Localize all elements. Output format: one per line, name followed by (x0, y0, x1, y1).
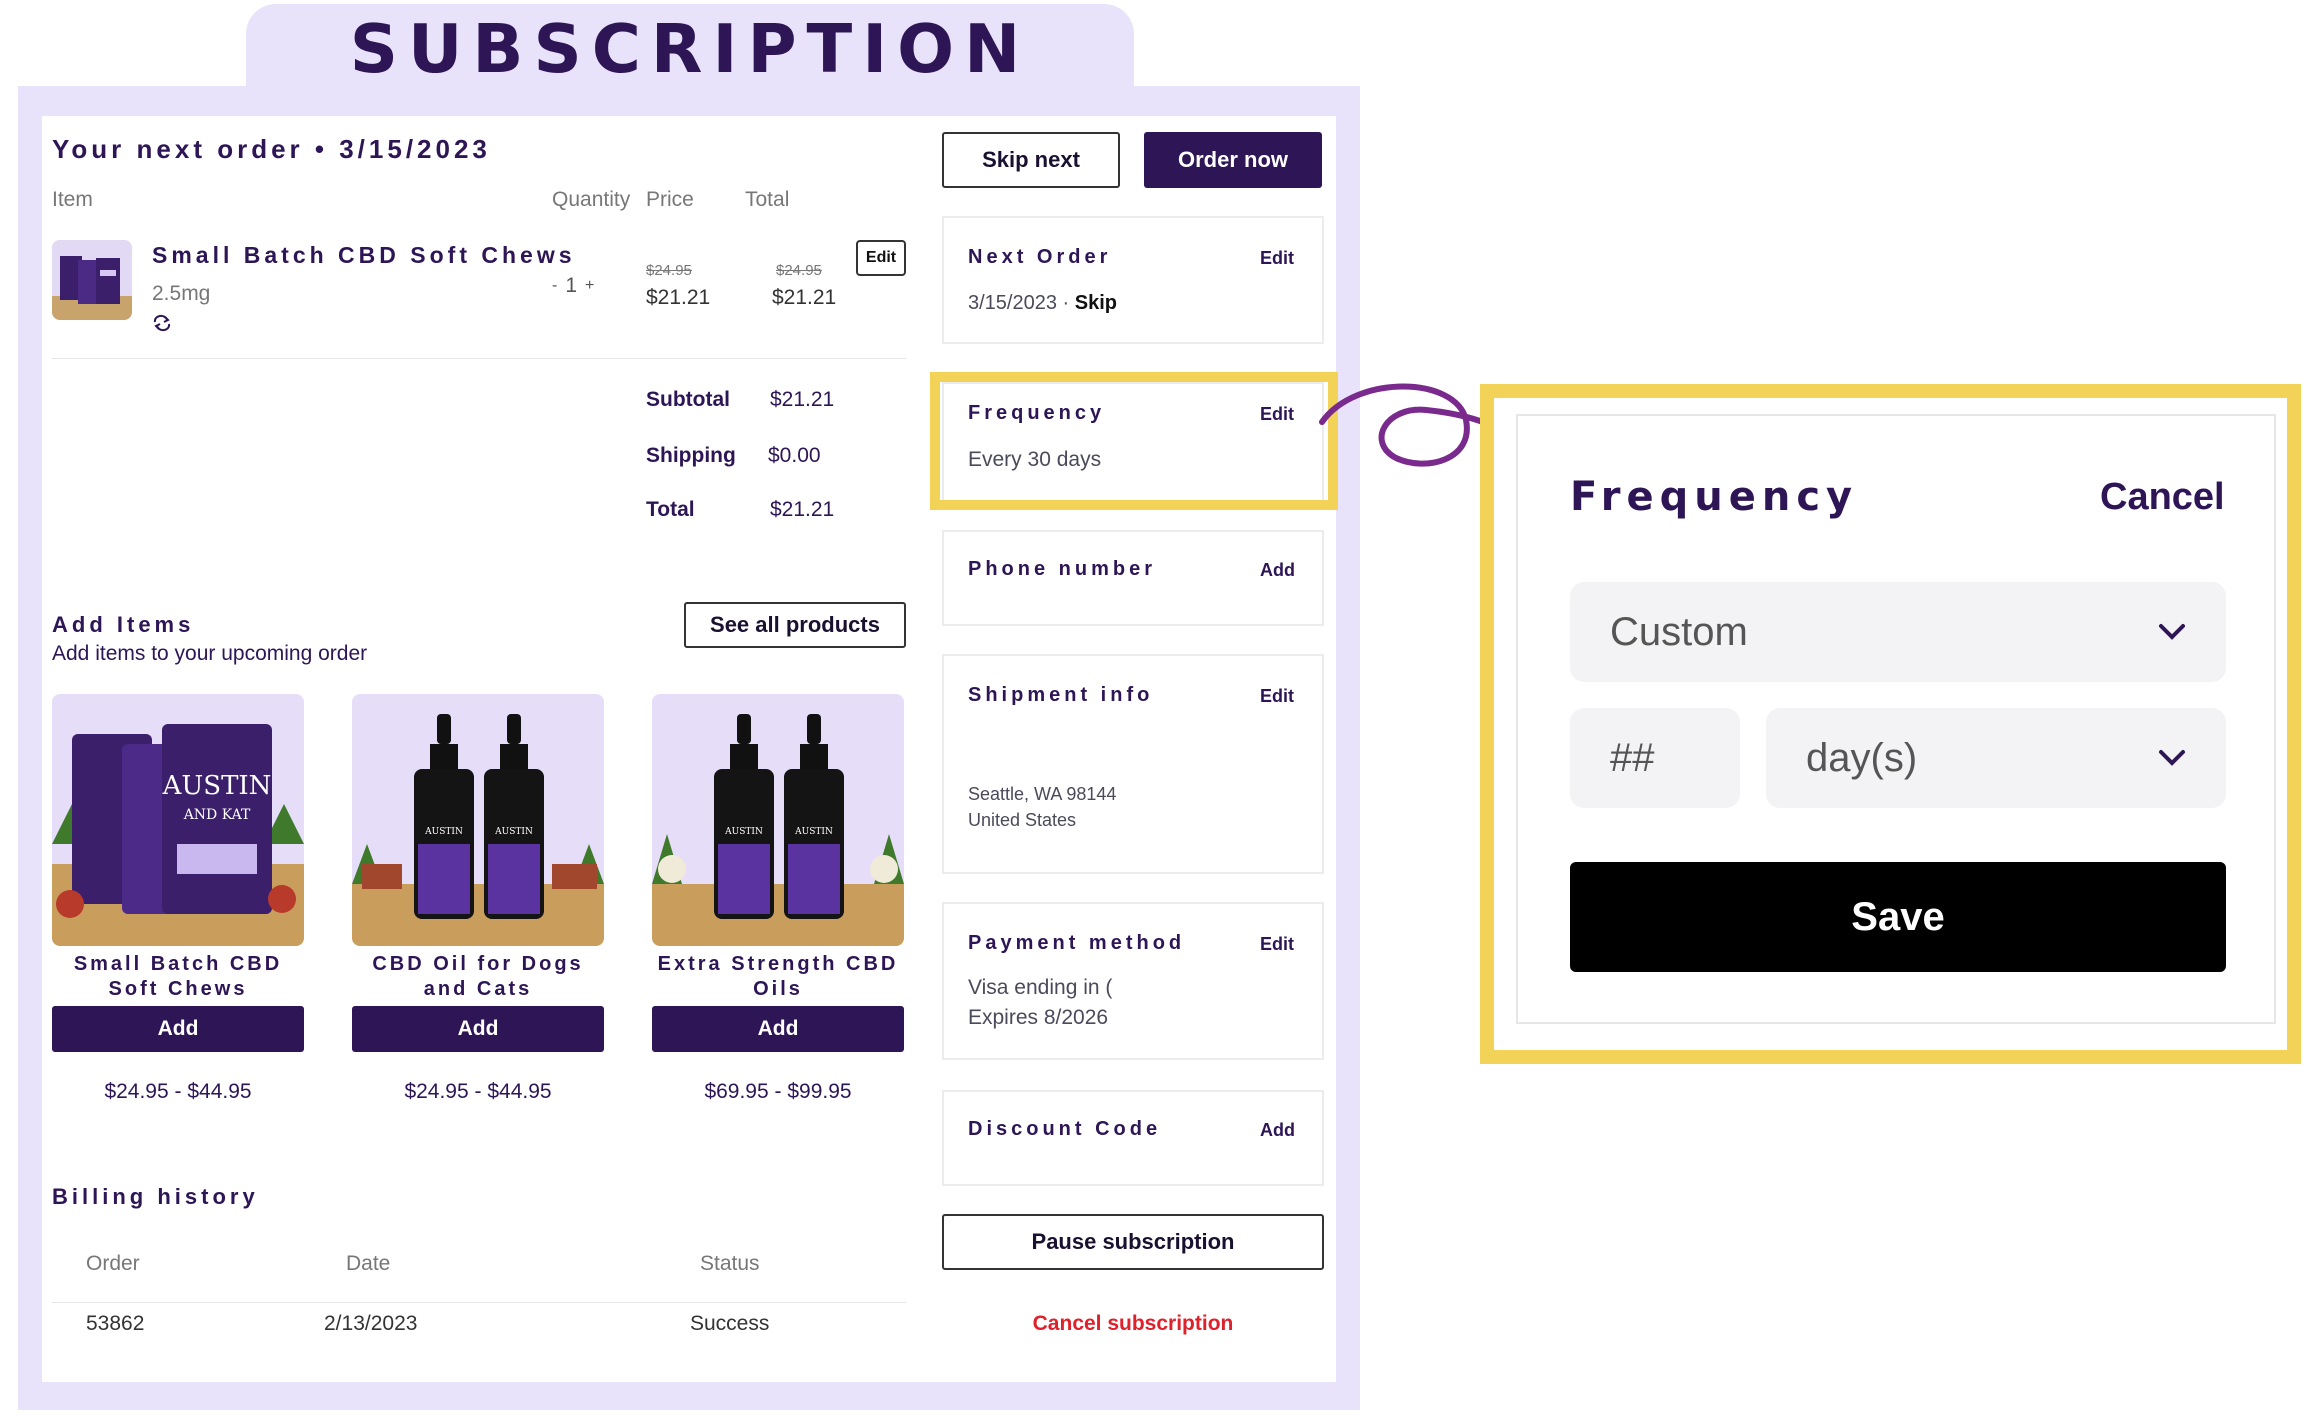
frequency-edit-link[interactable]: Edit (1260, 404, 1294, 425)
frequency-unit-value: day(s) (1806, 735, 1918, 780)
next-order-card-title: Next Order (968, 246, 1112, 268)
frequency-editor-title: Frequency (1570, 474, 1859, 520)
recurring-icon (152, 313, 172, 333)
svg-text:AUSTIN: AUSTIN (494, 827, 533, 837)
frequency-number-placeholder: ## (1610, 735, 1655, 780)
product-image-extra-strength[interactable]: AUSTIN AUSTIN (652, 694, 904, 946)
col-quantity: Quantity (552, 188, 631, 211)
frequency-type-select[interactable]: Custom (1570, 582, 2226, 682)
col-total: Total (745, 188, 790, 211)
svg-text:AUSTIN: AUSTIN (424, 827, 463, 837)
skip-next-button[interactable]: Skip next (942, 132, 1120, 188)
discount-card-title: Discount Code (968, 1118, 1162, 1140)
quantity-stepper[interactable]: - 1 + (552, 274, 594, 298)
product-name-soft-chews: Small Batch CBD Soft Chews (73, 953, 283, 1000)
discount-add-link[interactable]: Add (1260, 1120, 1295, 1141)
billing-status: Success (690, 1312, 770, 1335)
product-image-soft-chews[interactable]: AUSTIN AND KAT (52, 694, 304, 946)
next-order-heading: Your next order • 3/15/2023 (52, 134, 491, 164)
payment-edit-link[interactable]: Edit (1260, 934, 1294, 955)
billing-divider (52, 1302, 906, 1303)
product-price-extra-strength: $69.95 - $99.95 (704, 1080, 852, 1103)
frequency-save-button[interactable]: Save (1570, 862, 2226, 972)
product-name-dog-oil: CBD Oil for Dogs and Cats (372, 953, 584, 1000)
next-order-card (942, 216, 1324, 344)
next-order-skip-link[interactable]: Skip (1075, 292, 1117, 314)
payment-card-expiry: Expires 8/2026 (968, 1006, 1109, 1029)
line-item-divider (52, 358, 906, 359)
add-button-dog-oil[interactable]: Add (352, 1006, 604, 1052)
chevron-down-icon (2159, 750, 2185, 766)
frequency-editor-cancel[interactable]: Cancel (2100, 476, 2225, 519)
total-value: $21.21 (770, 498, 835, 521)
phone-add-link[interactable]: Add (1260, 560, 1295, 581)
billing-col-status: Status (700, 1252, 760, 1275)
add-items-subheading: Add items to your upcoming order (52, 642, 368, 665)
frequency-card-title: Frequency (968, 402, 1106, 424)
next-order-edit-link[interactable]: Edit (1260, 248, 1294, 269)
price-original: $24.95 (646, 262, 692, 279)
line-item-variant: 2.5mg (152, 282, 211, 305)
qty-value: 1 (565, 274, 578, 297)
add-button-soft-chews[interactable]: Add (52, 1006, 304, 1052)
see-all-products-button[interactable]: See all products (684, 602, 906, 648)
col-price: Price (646, 188, 694, 211)
billing-col-order: Order (86, 1252, 140, 1275)
add-items-heading: Add Items (52, 612, 195, 637)
shipment-address-line1: Seattle, WA 98144 (968, 784, 1117, 804)
total-sale: $21.21 (772, 286, 837, 309)
shipment-address-line2: United States (968, 810, 1077, 830)
line-item-edit-button[interactable]: Edit (856, 240, 906, 276)
product-price-soft-chews: $24.95 - $44.95 (104, 1080, 252, 1103)
frequency-unit-select[interactable]: day(s) (1766, 708, 2226, 808)
payment-card-ending: Visa ending in ( (968, 976, 1113, 999)
svg-text:AND KAT: AND KAT (183, 807, 251, 823)
shipping-value: $0.00 (768, 444, 821, 467)
subtotal-value: $21.21 (770, 388, 835, 411)
add-button-extra-strength[interactable]: Add (652, 1006, 904, 1052)
line-item-name[interactable]: Small Batch CBD Soft Chews (152, 242, 576, 269)
qty-minus-button[interactable]: - (552, 277, 557, 295)
billing-order-number: 53862 (86, 1312, 145, 1335)
billing-history-heading: Billing history (52, 1184, 259, 1209)
svg-text:AUSTIN: AUSTIN (724, 827, 763, 837)
qty-plus-button[interactable]: + (585, 277, 594, 295)
frequency-number-input[interactable]: ## (1570, 708, 1740, 808)
shipment-edit-link[interactable]: Edit (1260, 686, 1294, 707)
subtotal-label: Subtotal (646, 388, 730, 411)
product-price-dog-oil: $24.95 - $44.95 (404, 1080, 552, 1103)
product-name-extra-strength: Extra Strength CBD Oils (657, 953, 899, 1000)
svg-text:AUSTIN: AUSTIN (162, 771, 272, 801)
frequency-highlight-frame (930, 372, 1338, 510)
cancel-subscription-link[interactable]: Cancel subscription (942, 1312, 1324, 1336)
pause-subscription-button[interactable]: Pause subscription (942, 1214, 1324, 1270)
billing-date: 2/13/2023 (324, 1312, 418, 1335)
next-order-date: 3/15/2023 · Skip (968, 292, 1118, 314)
chevron-down-icon (2159, 624, 2185, 640)
frequency-type-value: Custom (1610, 609, 1748, 654)
payment-card-title: Payment method (968, 932, 1186, 954)
billing-col-date: Date (346, 1252, 391, 1275)
shipping-label: Shipping (646, 444, 736, 467)
svg-text:AUSTIN: AUSTIN (794, 827, 833, 837)
frequency-value: Every 30 days (968, 448, 1102, 471)
shipment-card-title: Shipment info (968, 684, 1154, 706)
line-item-thumbnail (52, 240, 132, 320)
product-image-dog-oil[interactable]: AUSTIN AUSTIN (352, 694, 604, 946)
phone-card-title: Phone number (968, 558, 1157, 580)
total-label: Total (646, 498, 695, 521)
price-sale: $21.21 (646, 286, 711, 309)
order-now-button[interactable]: Order now (1144, 132, 1322, 188)
col-item: Item (52, 188, 93, 211)
total-original: $24.95 (776, 262, 822, 279)
